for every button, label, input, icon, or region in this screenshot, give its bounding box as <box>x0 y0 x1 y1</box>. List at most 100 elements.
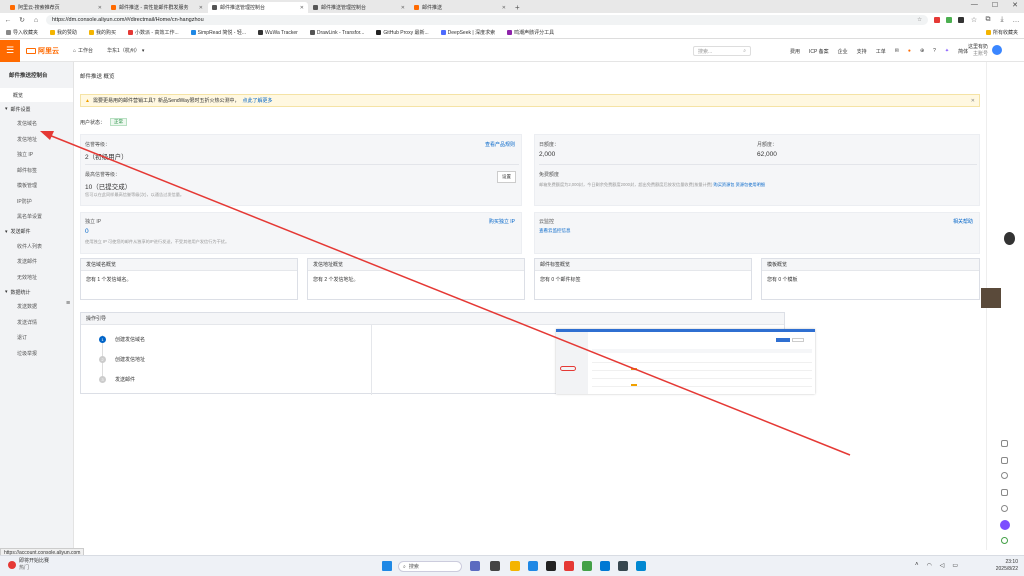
avatar[interactable] <box>992 45 1002 55</box>
url-input[interactable]: https://dm.console.aliyun.com/#/directma… <box>46 15 928 25</box>
chevron-up-icon[interactable]: ˄ <box>915 562 919 569</box>
alert-link[interactable]: 点此了解更多 <box>242 97 272 104</box>
taskbar-app-icon[interactable] <box>470 561 480 571</box>
close-icon[interactable]: ✕ <box>199 5 203 11</box>
sidebar-collapse-icon[interactable]: ≡ <box>66 300 70 307</box>
browser-tab-active[interactable]: 邮件推送管理控制台 ✕ <box>208 2 308 13</box>
notification-icon[interactable]: ● <box>908 48 911 54</box>
edit-icon[interactable] <box>1001 489 1008 496</box>
wifi-icon[interactable]: ◠ <box>927 562 932 569</box>
taskbar-app-icon[interactable] <box>490 561 500 571</box>
bookmark-item[interactable]: 我的购买 <box>89 29 116 36</box>
header-link[interactable]: 企业 <box>838 48 848 55</box>
browser-tab[interactable]: 邮件推送 ✕ <box>410 2 510 13</box>
close-icon[interactable]: ✕ <box>401 5 405 11</box>
clipboard-icon[interactable] <box>1001 457 1008 464</box>
workbench-link[interactable]: ⌂ 工作台 <box>73 47 93 55</box>
taskbar-app-icon[interactable] <box>510 561 520 571</box>
cart-icon[interactable]: ⊕ <box>920 48 924 54</box>
floating-assistant-icon[interactable] <box>1004 232 1015 245</box>
bookmark-item[interactable]: GitHub Proxy 最新... <box>376 29 429 36</box>
volume-icon[interactable]: ◁ <box>940 562 945 569</box>
header-search-input[interactable]: 搜索... ⌕ <box>693 46 751 56</box>
sidebar-item[interactable]: 邮件标签 <box>0 163 73 179</box>
mail-icon[interactable]: ✉ <box>895 48 899 54</box>
sidebar-item[interactable]: 发信域名 <box>0 116 73 132</box>
buy-package-link[interactable]: 购买资源包 <box>714 182 735 187</box>
home-icon[interactable]: ⌂ <box>32 17 40 24</box>
sidebar-item[interactable]: 退订 <box>0 330 73 346</box>
bookmark-item[interactable]: DrawLink - Transfor... <box>309 30 364 36</box>
close-icon[interactable]: ✕ <box>300 5 304 11</box>
bookmark-item[interactable]: 导入收藏夹 <box>6 29 38 36</box>
bookmark-item[interactable]: DeepSeek | 深度求索 <box>440 29 495 36</box>
taskbar-app-icon[interactable] <box>528 561 538 571</box>
menu-icon[interactable]: ☰ <box>0 39 20 62</box>
sidebar-item-overview[interactable]: 概览 <box>0 88 73 102</box>
sidebar-item[interactable]: 发送邮件 <box>0 254 73 270</box>
bookmark-item[interactable]: 小数派 - 高效工作... <box>128 29 179 36</box>
taskbar-app-icon[interactable] <box>618 561 628 571</box>
guide-step[interactable]: 3 发送邮件 <box>99 376 135 383</box>
guide-step[interactable]: 2 创建发信地址 <box>99 356 145 363</box>
favorites-icon[interactable]: ☆ <box>970 16 978 24</box>
sidebar-item[interactable]: 独立 IP <box>0 147 73 163</box>
other-bookmarks[interactable]: 所有收藏夹 <box>985 29 1018 36</box>
taskbar-news-widget[interactable]: 即将开始比赛 热门 <box>8 558 49 572</box>
taskbar-app-icon[interactable] <box>600 561 610 571</box>
sidebar-item[interactable]: 模板管理 <box>0 178 73 194</box>
browser-tab[interactable]: 邮件推送管理控制台 ✕ <box>309 2 409 13</box>
ai-icon[interactable]: ✦ <box>945 48 949 54</box>
settings-button[interactable]: 设置 <box>497 171 516 183</box>
document-icon[interactable] <box>1001 440 1008 447</box>
battery-icon[interactable]: ▭ <box>952 562 958 569</box>
buy-ip-link[interactable]: 购买独立 IP <box>489 218 515 225</box>
extension-icon[interactable] <box>934 17 940 23</box>
user-info[interactable]: 这里有奶 主账号 <box>968 44 988 58</box>
tools-icon[interactable] <box>1001 505 1008 512</box>
region-selector[interactable]: 华东1（杭州） ▾ <box>107 47 144 55</box>
new-tab-button[interactable]: + <box>511 2 524 13</box>
sidebar-item[interactable]: 黑名单设置 <box>0 209 73 225</box>
monitor-link[interactable]: 查看云监控信息 <box>539 228 571 234</box>
taskbar-app-icon[interactable] <box>546 561 556 571</box>
extension-icon[interactable] <box>958 17 964 23</box>
bookmark-item[interactable]: SimpRead 简悦 - 轻... <box>190 29 246 36</box>
taskbar-search[interactable]: ⌕ 搜索 <box>398 561 462 572</box>
taskbar-app-icon[interactable] <box>636 561 646 571</box>
taskbar-app-icon[interactable] <box>564 561 574 571</box>
close-window-icon[interactable]: ✕ <box>1012 1 1018 9</box>
sidebar-item[interactable]: 收件人列表 <box>0 239 73 255</box>
sidebar-group[interactable]: ▾ 发送邮件 <box>0 225 73 239</box>
product-rules-link[interactable]: 查看产品规则 <box>485 141 515 148</box>
copilot-icon[interactable] <box>1000 520 1010 530</box>
sidebar-item[interactable]: IP防护 <box>0 194 73 210</box>
downloads-icon[interactable]: ⤓ <box>998 16 1006 24</box>
help-link[interactable]: 相关帮助 <box>953 218 973 225</box>
bookmark-item[interactable]: 我的赞助 <box>50 29 77 36</box>
star-icon[interactable]: ☆ <box>917 17 922 23</box>
minimize-icon[interactable]: — <box>971 1 978 9</box>
extension-icon[interactable] <box>946 17 952 23</box>
sidebar-item[interactable]: 垃圾举报 <box>0 346 73 362</box>
close-icon[interactable]: ✕ <box>98 5 102 11</box>
windows-start-icon[interactable] <box>382 561 392 571</box>
shield-icon[interactable] <box>1001 537 1008 544</box>
header-link[interactable]: ICP 备案 <box>809 48 829 55</box>
sidebar-item[interactable]: 发送数据 <box>0 299 73 315</box>
package-usage-link[interactable]: 资源包使用明细 <box>736 182 765 187</box>
sidebar-item[interactable]: 发送详情 <box>0 315 73 331</box>
language-switch[interactable]: 简体 <box>958 48 968 55</box>
taskbar-clock[interactable]: 23:10 2025/8/22 <box>988 559 1018 573</box>
browser-tab[interactable]: 邮件推送 - 高性能邮件群发服务 ✕ <box>107 2 207 13</box>
ip-count[interactable]: 0 <box>85 228 89 235</box>
browser-tab[interactable]: 阿里云-搜索推荐页 ✕ <box>6 2 106 13</box>
bookmark-item[interactable]: WuWa Tracker <box>258 30 298 36</box>
guide-step[interactable]: 1 创建发信域名 <box>99 336 145 343</box>
collections-icon[interactable]: ⧉ <box>984 16 992 24</box>
back-icon[interactable]: ← <box>4 17 12 24</box>
sidebar-item[interactable]: 无效地址 <box>0 270 73 286</box>
floating-thumbnail[interactable] <box>981 288 1001 308</box>
close-icon[interactable]: ✕ <box>502 5 506 11</box>
help-icon[interactable]: ? <box>933 48 936 54</box>
